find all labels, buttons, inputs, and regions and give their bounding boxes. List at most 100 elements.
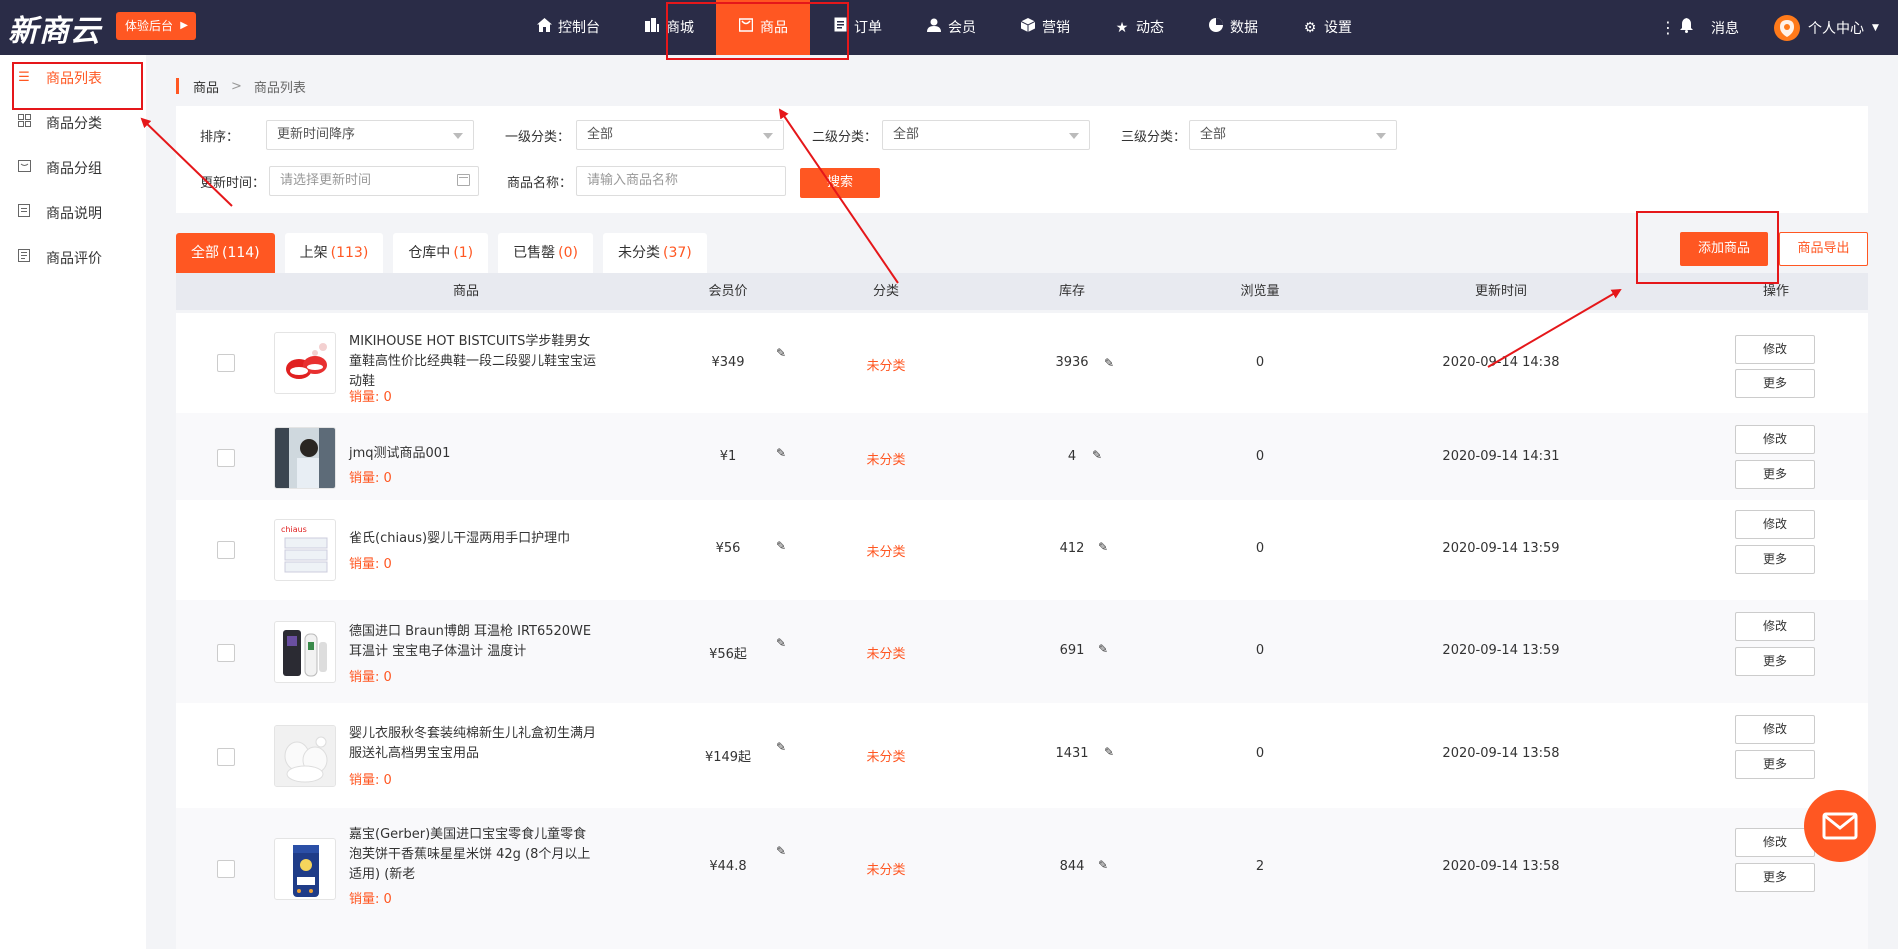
add-goods-button[interactable]: 添加商品 bbox=[1680, 232, 1768, 266]
tab-count: (1) bbox=[453, 245, 474, 261]
cat1-select[interactable]: 全部 bbox=[576, 120, 784, 150]
caret-down-icon bbox=[1376, 133, 1386, 139]
goods-price: ¥149起 bbox=[704, 750, 752, 765]
goods-category: 未分类 bbox=[866, 545, 906, 560]
row-checkbox[interactable] bbox=[217, 748, 235, 766]
export-goods-button[interactable]: 商品导出 bbox=[1779, 232, 1868, 266]
goods-thumbnail bbox=[274, 621, 336, 683]
goods-name[interactable]: 婴儿衣服秋冬套装纯棉新生儿礼盒初生满月服送礼高档男宝宝用品 bbox=[349, 724, 599, 764]
edit-price-icon[interactable]: ✎ bbox=[776, 447, 788, 459]
tab-label: 未分类 bbox=[618, 245, 660, 261]
goods-views: 0 bbox=[1255, 449, 1265, 464]
nav-mall-label: 商城 bbox=[666, 19, 694, 36]
row-checkbox[interactable] bbox=[217, 541, 235, 559]
search-button[interactable]: 搜索 bbox=[800, 168, 880, 198]
table-row: 德国进口 Braun博朗 耳温枪 IRT6520WE 耳温计 宝宝电子体温计 温… bbox=[176, 600, 1868, 703]
row-checkbox[interactable] bbox=[217, 354, 235, 372]
goods-name[interactable]: MIKIHOUSE HOT BISTCUITS学步鞋男女童鞋高性价比经典鞋一段二… bbox=[349, 332, 599, 392]
goods-updated: 2020-09-14 13:58 bbox=[1442, 859, 1560, 874]
tab-all[interactable]: 全部 (114) bbox=[176, 233, 275, 273]
update-time-picker[interactable]: 请选择更新时间 bbox=[269, 166, 479, 196]
nav-marketing[interactable]: 营销 bbox=[998, 0, 1092, 55]
cat1-value: 全部 bbox=[587, 127, 614, 142]
sidebar-item-goods-category[interactable]: 商品分类 bbox=[0, 100, 146, 145]
row-checkbox[interactable] bbox=[217, 860, 235, 878]
col-price: 会员价 bbox=[708, 284, 748, 299]
edit-stock-icon[interactable]: ✎ bbox=[1098, 859, 1110, 871]
edit-stock-icon[interactable]: ✎ bbox=[1104, 357, 1116, 369]
goods-category: 未分类 bbox=[866, 647, 906, 662]
nav-settings[interactable]: ⚙ 设置 bbox=[1280, 0, 1374, 55]
more-button[interactable]: 更多 bbox=[1735, 863, 1815, 892]
more-button[interactable]: 更多 bbox=[1735, 545, 1815, 574]
nav-dashboard-label: 控制台 bbox=[558, 19, 600, 36]
sort-select[interactable]: 更新时间降序 bbox=[266, 120, 474, 150]
nav-orders[interactable]: 订单 bbox=[810, 0, 904, 55]
sidebar-item-goods-group[interactable]: 商品分组 bbox=[0, 145, 146, 190]
edit-price-icon[interactable]: ✎ bbox=[776, 741, 788, 753]
more-button[interactable]: 更多 bbox=[1735, 647, 1815, 676]
edit-button[interactable]: 修改 bbox=[1735, 612, 1815, 641]
messages-button[interactable]: 消息 bbox=[1680, 0, 1739, 55]
row-checkbox[interactable] bbox=[217, 644, 235, 662]
edit-price-icon[interactable]: ✎ bbox=[776, 540, 788, 552]
sidebar-item-goods-list[interactable]: ☰ 商品列表 bbox=[0, 55, 146, 100]
edit-stock-icon[interactable]: ✎ bbox=[1104, 746, 1116, 758]
home-icon bbox=[536, 2, 552, 54]
edit-button[interactable]: 修改 bbox=[1735, 715, 1815, 744]
goods-name-input[interactable]: 请输入商品名称 bbox=[576, 166, 786, 196]
nav-data[interactable]: 数据 bbox=[1186, 0, 1280, 55]
breadcrumb-separator: > bbox=[231, 78, 242, 94]
edit-price-icon[interactable]: ✎ bbox=[776, 637, 788, 649]
tab-label: 全部 bbox=[191, 245, 219, 261]
edit-stock-icon[interactable]: ✎ bbox=[1098, 541, 1110, 553]
tab-warehouse[interactable]: 仓库中 (1) bbox=[393, 233, 489, 273]
sidebar-item-label: 商品说明 bbox=[46, 205, 102, 222]
nav-goods[interactable]: 商品 bbox=[716, 0, 810, 55]
goods-sales: 销量: 0 bbox=[349, 892, 392, 907]
goods-category: 未分类 bbox=[866, 750, 906, 765]
nav-mall[interactable]: 商城 bbox=[622, 0, 716, 55]
nav-dashboard[interactable]: 控制台 bbox=[514, 0, 622, 55]
goods-name[interactable]: jmq测试商品001 bbox=[349, 444, 599, 464]
edit-price-icon[interactable]: ✎ bbox=[776, 845, 788, 857]
edit-button[interactable]: 修改 bbox=[1735, 828, 1815, 857]
goods-name[interactable]: 雀氏(chiaus)婴儿干湿两用手口护理巾 bbox=[349, 529, 599, 549]
breadcrumb-root[interactable]: 商品 bbox=[193, 77, 219, 96]
more-button[interactable]: 更多 bbox=[1735, 460, 1815, 489]
messages-label: 消息 bbox=[1711, 20, 1739, 37]
edit-button[interactable]: 修改 bbox=[1735, 335, 1815, 364]
edit-button[interactable]: 修改 bbox=[1735, 510, 1815, 539]
floating-mail-button[interactable] bbox=[1804, 790, 1876, 862]
edit-price-icon[interactable]: ✎ bbox=[776, 347, 788, 359]
try-backend-button[interactable]: 体验后台 ▶ bbox=[116, 12, 196, 40]
cat2-select[interactable]: 全部 bbox=[882, 120, 1090, 150]
tab-label: 仓库中 bbox=[408, 245, 451, 261]
tab-uncategorized[interactable]: 未分类 (37) bbox=[603, 233, 707, 273]
more-button[interactable]: 更多 bbox=[1735, 750, 1815, 779]
row-checkbox[interactable] bbox=[217, 449, 235, 467]
goods-updated: 2020-09-14 14:38 bbox=[1442, 355, 1560, 370]
cat3-value: 全部 bbox=[1200, 127, 1227, 142]
tab-on-shelf[interactable]: 上架 (113) bbox=[284, 233, 384, 273]
goods-sales: 销量: 0 bbox=[349, 471, 392, 486]
sidebar-item-goods-review[interactable]: 商品评价 bbox=[0, 235, 146, 280]
nav-members[interactable]: 会员 bbox=[904, 0, 998, 55]
table-header: 商品 会员价 分类 库存 浏览量 更新时间 操作 bbox=[176, 273, 1868, 310]
more-button[interactable]: 更多 bbox=[1735, 369, 1815, 398]
more-menu[interactable]: ⋮ bbox=[1660, 0, 1676, 55]
table-row: 嘉宝(Gerber)美国进口宝宝零食儿童零食泡芙饼干香蕉味星星米饼 42g (8… bbox=[176, 808, 1868, 949]
personal-center[interactable]: 个人中心 ▼ bbox=[1774, 0, 1879, 55]
goods-name[interactable]: 德国进口 Braun博朗 耳温枪 IRT6520WE 耳温计 宝宝电子体温计 温… bbox=[349, 622, 599, 662]
nav-feed[interactable]: ★ 动态 bbox=[1092, 0, 1186, 55]
edit-button[interactable]: 修改 bbox=[1735, 425, 1815, 454]
cat3-select[interactable]: 全部 bbox=[1189, 120, 1397, 150]
mall-icon bbox=[644, 2, 660, 54]
goods-thumbnail bbox=[274, 427, 336, 489]
edit-stock-icon[interactable]: ✎ bbox=[1098, 643, 1110, 655]
edit-stock-icon[interactable]: ✎ bbox=[1092, 449, 1104, 461]
sidebar-item-goods-desc[interactable]: 商品说明 bbox=[0, 190, 146, 235]
goods-name[interactable]: 嘉宝(Gerber)美国进口宝宝零食儿童零食泡芙饼干香蕉味星星米饼 42g (8… bbox=[349, 825, 599, 885]
breadcrumb: 商品 > 商品列表 bbox=[176, 75, 306, 97]
tab-sold-out[interactable]: 已售罄 (0) bbox=[498, 233, 593, 273]
